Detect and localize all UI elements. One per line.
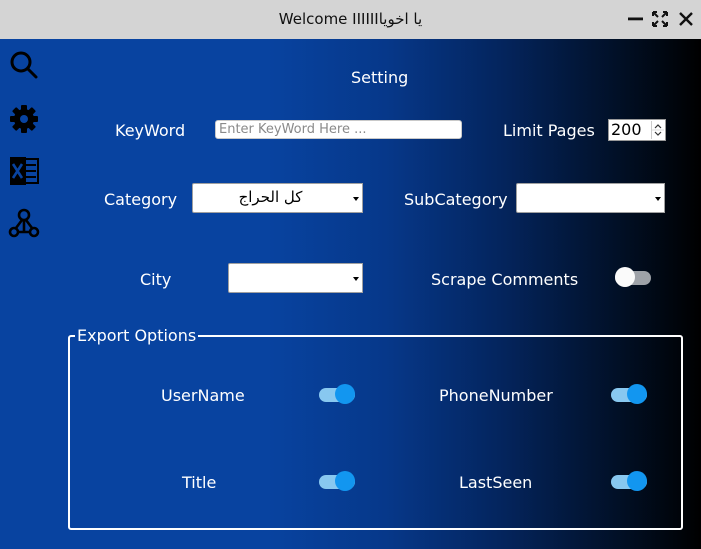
export-lastseen-toggle[interactable]	[611, 470, 647, 492]
excel-icon[interactable]	[8, 155, 40, 187]
minimize-icon[interactable]	[626, 9, 646, 29]
city-select[interactable]	[228, 263, 363, 293]
stepper-arrows-icon[interactable]	[651, 121, 664, 139]
scrape-comments-label: Scrape Comments	[431, 270, 579, 289]
title-bar: Welcome IIIIIIيا اخويا	[0, 0, 701, 39]
window-title: Welcome IIIIIIيا اخويا	[278, 10, 423, 28]
export-phonenumber-toggle[interactable]	[611, 383, 647, 405]
chevron-down-icon[interactable]	[350, 264, 362, 292]
category-select[interactable]: كل الحراج	[192, 183, 363, 213]
search-icon[interactable]	[8, 49, 40, 81]
limit-pages-value: 200	[611, 120, 642, 139]
limit-pages-stepper[interactable]: 200	[608, 119, 666, 141]
toggle-knob	[627, 471, 647, 491]
export-title-toggle[interactable]	[319, 470, 355, 492]
subcategory-select[interactable]	[516, 183, 665, 213]
page-title: Setting	[351, 68, 409, 87]
export-options-title: Export Options	[75, 326, 199, 345]
toggle-knob	[335, 471, 355, 491]
main-panel: Setting KeyWord Enter KeyWord Here ... L…	[0, 39, 701, 549]
export-username-toggle[interactable]	[319, 383, 355, 405]
scrape-comments-toggle[interactable]	[615, 266, 651, 288]
keyword-label: KeyWord	[115, 121, 186, 140]
maximize-icon[interactable]	[650, 9, 670, 29]
network-icon[interactable]	[8, 207, 40, 239]
toggle-knob	[335, 384, 355, 404]
toggle-knob	[615, 267, 635, 287]
close-icon[interactable]	[676, 9, 696, 29]
city-label: City	[140, 270, 172, 289]
toggle-knob	[627, 384, 647, 404]
export-phonenumber-label: PhoneNumber	[439, 386, 553, 405]
limit-pages-label: Limit Pages	[503, 121, 595, 140]
export-options-group	[68, 335, 683, 530]
chevron-down-icon[interactable]	[652, 184, 664, 212]
sidebar	[0, 39, 48, 549]
category-value: كل الحراج	[238, 188, 303, 206]
gear-icon[interactable]	[8, 103, 40, 135]
export-title-label: Title	[182, 473, 217, 492]
export-username-label: UserName	[161, 386, 245, 405]
subcategory-label: SubCategory	[404, 190, 508, 209]
chevron-down-icon[interactable]	[350, 184, 362, 212]
keyword-input[interactable]: Enter KeyWord Here ...	[215, 120, 462, 139]
export-lastseen-label: LastSeen	[459, 473, 533, 492]
category-label: Category	[104, 190, 178, 209]
